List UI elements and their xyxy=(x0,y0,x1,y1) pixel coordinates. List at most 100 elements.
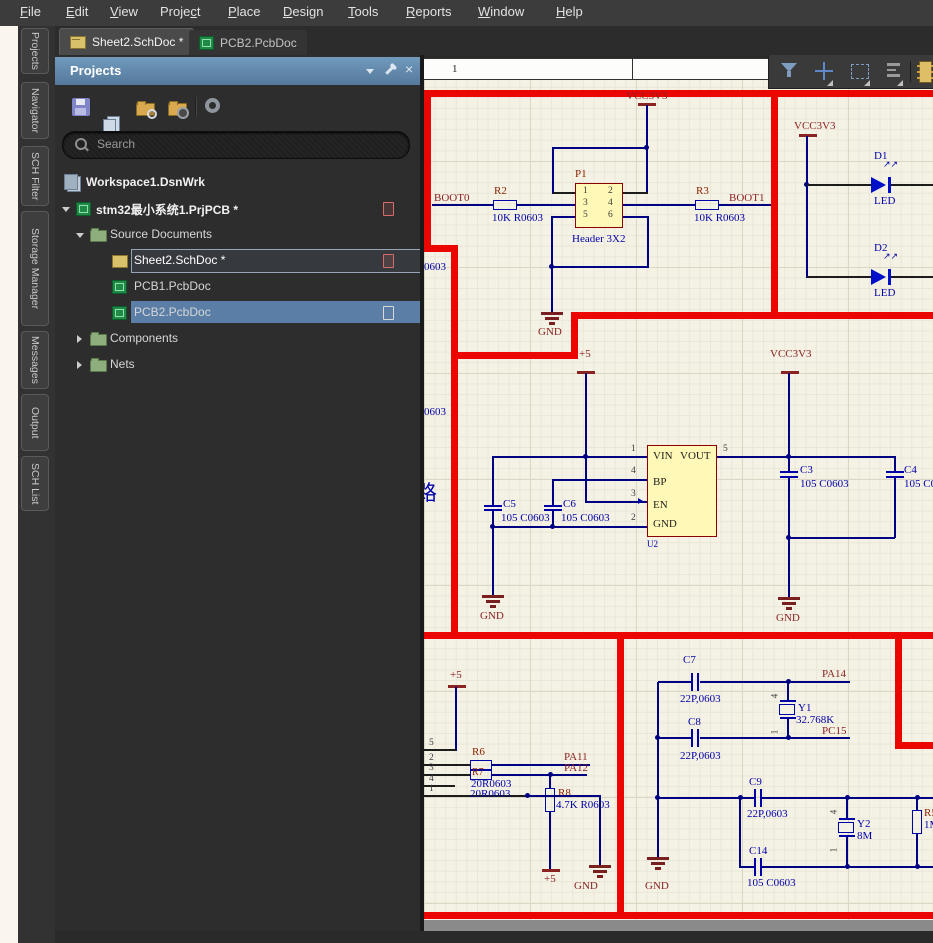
resistor-r8[interactable] xyxy=(545,788,555,812)
comment[interactable]: Header 3X2 xyxy=(572,234,625,245)
tree-item-nets[interactable]: Nets xyxy=(55,354,420,376)
tree-item-sheet2[interactable]: Sheet2.SchDoc * xyxy=(55,250,420,272)
capacitor-c6[interactable] xyxy=(544,505,562,507)
side-tab-output[interactable]: Output xyxy=(21,394,49,451)
menu-place[interactable]: Place xyxy=(228,4,261,19)
comment[interactable]: 105 C0603 xyxy=(747,878,796,889)
power-net-label[interactable]: GND xyxy=(480,611,504,622)
resistor-r2[interactable] xyxy=(493,200,517,210)
red-partition-line[interactable] xyxy=(571,312,578,359)
designator[interactable]: R5 xyxy=(924,808,933,819)
search-input[interactable]: Search xyxy=(62,131,410,159)
red-partition-line[interactable] xyxy=(424,632,933,639)
caret-collapsed-icon[interactable] xyxy=(77,335,82,343)
gnd-symbol[interactable] xyxy=(647,857,669,860)
side-tab-storage-manager[interactable]: Storage Manager xyxy=(21,211,49,326)
designator[interactable]: C3 xyxy=(800,465,813,476)
caret-collapsed-icon[interactable] xyxy=(77,361,82,369)
comment[interactable]: LED xyxy=(874,288,895,299)
horizontal-scrollbar[interactable] xyxy=(424,920,933,931)
red-partition-line[interactable] xyxy=(617,632,624,919)
power-bar-symbol[interactable] xyxy=(542,869,560,872)
jump-crosshair-icon[interactable] xyxy=(815,62,833,80)
side-tab-sch-list[interactable]: SCH List xyxy=(21,456,49,511)
tree-item-components[interactable]: Components xyxy=(55,328,420,350)
menu-file[interactable]: File xyxy=(20,4,41,19)
capacitor-c9[interactable] xyxy=(754,789,756,807)
power-net-label[interactable]: GND xyxy=(574,881,598,892)
resistor-r3[interactable] xyxy=(695,200,719,210)
capacitor-c14[interactable] xyxy=(754,858,756,876)
designator[interactable]: R2 xyxy=(494,186,507,197)
tab-pcb2-pcbdoc[interactable]: PCB2.PcbDoc xyxy=(189,30,307,55)
designator[interactable]: P1 xyxy=(575,169,587,180)
filter-icon[interactable] xyxy=(781,63,797,77)
net-label[interactable]: PA12 xyxy=(564,763,588,774)
net-label[interactable]: BOOT1 xyxy=(729,193,764,204)
red-partition-line[interactable] xyxy=(424,90,431,252)
align-icon[interactable] xyxy=(887,63,900,77)
side-tab-messages[interactable]: Messages xyxy=(21,331,49,389)
designator[interactable]: Y1 xyxy=(798,703,811,714)
open-project-button[interactable] xyxy=(136,98,157,119)
power-net-label[interactable]: +5 xyxy=(579,349,591,360)
comment[interactable]: 22P,0603 xyxy=(680,694,721,705)
comment[interactable]: 22P,0603 xyxy=(747,809,788,820)
designator[interactable]: R7 xyxy=(472,768,484,778)
menu-reports[interactable]: Reports xyxy=(406,4,452,19)
power-net-label[interactable]: GND xyxy=(776,613,800,624)
red-partition-line[interactable] xyxy=(771,90,778,319)
tab-sheet2-schdoc[interactable]: Sheet2.SchDoc * xyxy=(59,28,195,55)
designator[interactable]: C4 xyxy=(904,465,917,476)
comment[interactable]: 105 C0603 xyxy=(800,479,849,490)
capacitor-c4[interactable] xyxy=(886,471,904,473)
capacitor-c5[interactable] xyxy=(484,505,502,507)
comment[interactable]: 105 C0603 xyxy=(561,513,610,524)
power-net-label[interactable]: +5 xyxy=(450,670,462,681)
capacitor-c3[interactable] xyxy=(780,471,798,473)
menu-tools[interactable]: Tools xyxy=(348,4,378,19)
capacitor-c7[interactable] xyxy=(691,673,693,691)
selection-rect-icon[interactable] xyxy=(851,64,869,79)
designator[interactable]: C8 xyxy=(688,717,701,728)
power-net-label[interactable]: GND xyxy=(538,327,562,338)
comment[interactable]: LED xyxy=(874,196,895,207)
menu-edit[interactable]: Edit xyxy=(66,4,88,19)
designator[interactable]: Y2 xyxy=(857,819,870,830)
comment[interactable]: 1M xyxy=(924,820,933,831)
power-net-label[interactable]: VCC3V3 xyxy=(626,91,668,102)
capacitor-c8[interactable] xyxy=(691,729,693,747)
resistor-r5[interactable] xyxy=(912,810,922,834)
caret-expanded-icon[interactable] xyxy=(62,207,70,212)
power-bar-symbol[interactable] xyxy=(781,371,799,374)
red-partition-line[interactable] xyxy=(451,352,578,359)
side-tab-sch-filter[interactable]: SCH Filter xyxy=(21,146,49,206)
designator[interactable]: U2 xyxy=(647,540,658,549)
side-tab-projects[interactable]: Projects xyxy=(21,28,49,74)
designator[interactable]: R3 xyxy=(696,186,709,197)
crystal-y2[interactable] xyxy=(838,822,854,833)
tree-item-pcb1[interactable]: PCB1.PcbDoc xyxy=(55,276,420,298)
comment[interactable]: 20R0603 xyxy=(470,789,510,800)
power-net-label[interactable]: VCC3V3 xyxy=(770,349,812,360)
power-bar-symbol[interactable] xyxy=(448,685,466,688)
comment[interactable]: 10K R0603 xyxy=(694,213,745,224)
menu-view[interactable]: View xyxy=(110,4,138,19)
comment[interactable]: 4.7K R0603 xyxy=(556,800,610,811)
power-net-label[interactable]: VCC3V3 xyxy=(794,121,836,132)
comment[interactable]: 10K R0603 xyxy=(492,213,543,224)
net-label[interactable]: BOOT0 xyxy=(434,193,469,204)
gnd-symbol[interactable] xyxy=(778,597,800,600)
red-partition-line[interactable] xyxy=(424,90,933,97)
red-partition-line[interactable] xyxy=(895,632,902,749)
menu-project[interactable]: Project xyxy=(160,4,200,19)
designator[interactable]: C14 xyxy=(749,846,767,857)
menu-design[interactable]: Design xyxy=(283,4,323,19)
menu-window[interactable]: Window xyxy=(478,4,524,19)
settings-gear-button[interactable] xyxy=(205,98,223,116)
tree-item-project[interactable]: stm32最小系统1.PrjPCB * xyxy=(55,198,420,220)
power-net-label[interactable]: GND xyxy=(645,881,669,892)
side-tab-navigator[interactable]: Navigator xyxy=(21,82,49,139)
component-icon[interactable] xyxy=(917,61,933,83)
red-partition-line[interactable] xyxy=(451,245,458,639)
